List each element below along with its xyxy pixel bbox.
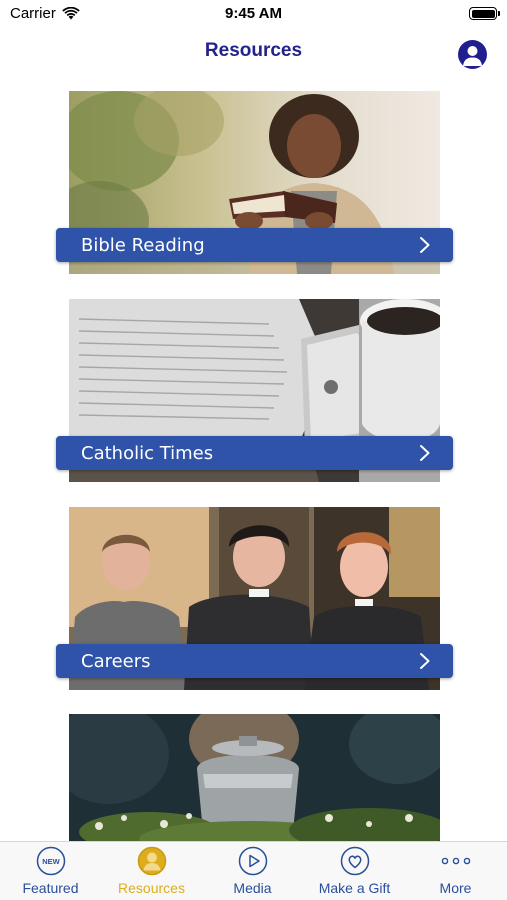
battery-icon (469, 7, 500, 20)
profile-button[interactable] (458, 40, 487, 69)
chevron-right-icon (420, 653, 430, 669)
bible-reading-label: Bible Reading (81, 234, 205, 256)
careers-banner[interactable]: Careers (56, 644, 453, 678)
status-time: 9:45 AM (225, 5, 282, 22)
tab-make-a-gift-label: Make a Gift (318, 880, 391, 896)
tab-more[interactable]: More (405, 846, 506, 898)
play-circle-icon (238, 846, 267, 876)
tab-more-label: More (439, 880, 472, 896)
new-badge-text: NEW (42, 857, 60, 866)
tab-featured-label: Featured (22, 880, 79, 896)
chevron-right-icon (420, 237, 430, 253)
tab-resources-label: Resources (118, 880, 185, 896)
status-bar: Carrier 9:45 AM (0, 0, 507, 28)
tab-media-label: Media (233, 880, 272, 896)
heart-circle-icon (340, 846, 369, 876)
chevron-right-icon (420, 445, 430, 461)
resource-card-funeral[interactable] (69, 714, 440, 844)
page-title: Resources (204, 40, 303, 61)
funeral-urn-photo (69, 714, 440, 844)
tab-featured[interactable]: NEW Featured (0, 846, 101, 898)
tab-bar: NEW Featured Resources Media Make a Gift (0, 841, 507, 900)
new-badge-icon: NEW (36, 846, 65, 876)
tab-make-a-gift[interactable]: Make a Gift (304, 846, 405, 898)
tab-resources[interactable]: Resources (101, 846, 202, 898)
bible-reading-banner[interactable]: Bible Reading (56, 228, 453, 262)
catholic-times-banner[interactable]: Catholic Times (56, 436, 453, 470)
user-circle-icon (137, 846, 166, 876)
user-profile-icon (463, 46, 482, 66)
careers-label: Careers (81, 650, 151, 672)
tab-media[interactable]: Media (202, 846, 303, 898)
more-dots-icon (441, 857, 470, 865)
catholic-times-label: Catholic Times (81, 442, 214, 464)
